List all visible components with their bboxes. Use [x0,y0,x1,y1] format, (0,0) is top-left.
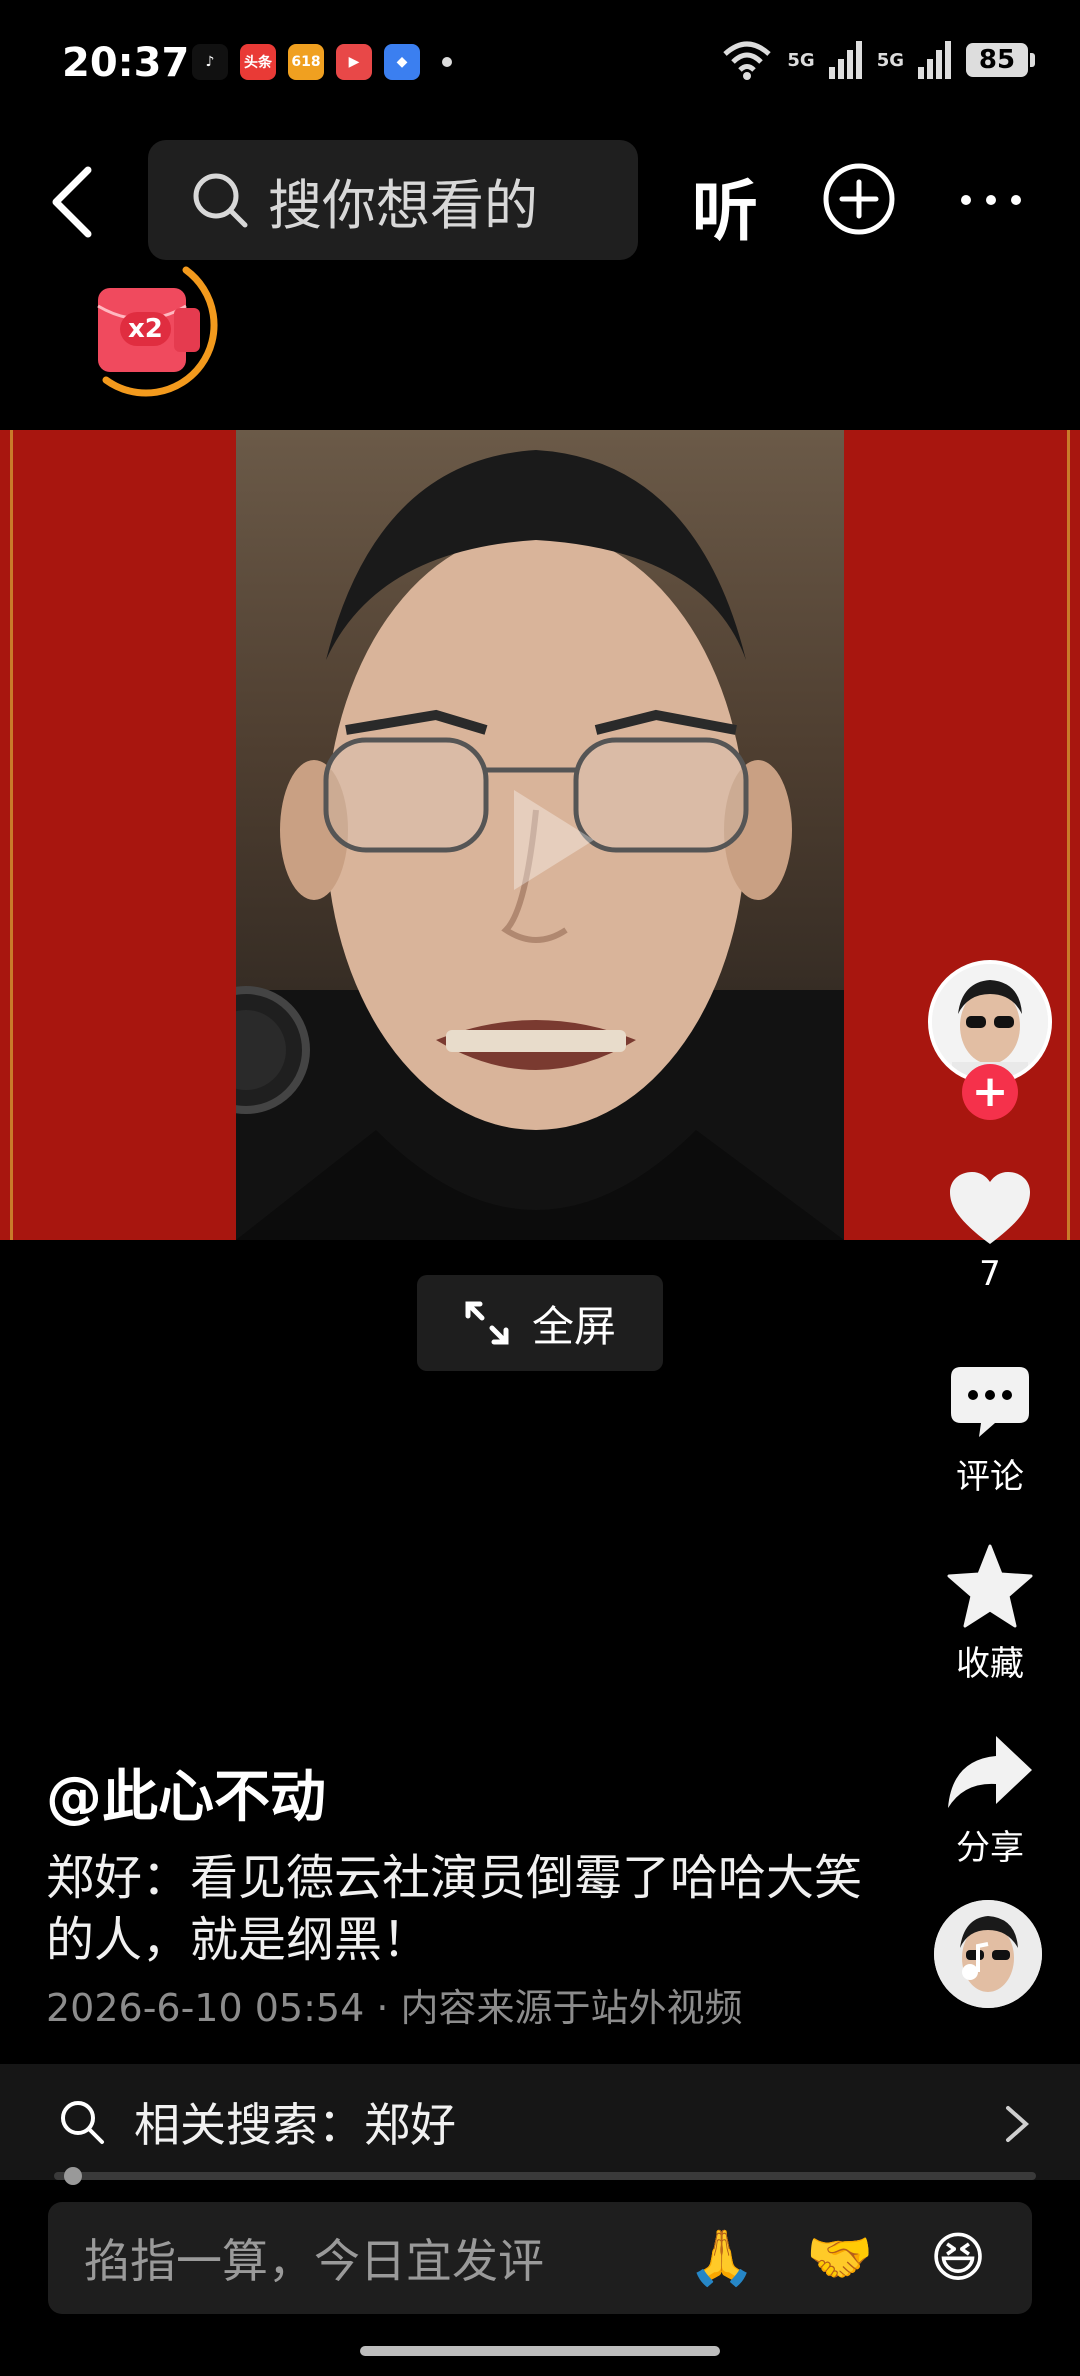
heart-icon [950,1172,1030,1244]
frame-border-left [10,430,13,1240]
search-icon [193,173,248,228]
post-meta: 2026-6-10 05:54 · 内容来源于站外视频 [46,1986,743,2030]
music-disc[interactable] [934,1900,1042,2008]
video-player[interactable] [0,430,1080,1240]
like-button[interactable]: 7 [920,1170,1060,1294]
video-app-icon: ▶ [336,44,372,80]
comment-placeholder: 掐指一算，今日宜发评 [84,2234,544,2288]
author-username[interactable]: @此心不动 [46,1752,886,1833]
emoji-handshake-button[interactable]: 🤝 [806,2224,874,2292]
signal-bars-icon [828,41,862,79]
progress-handle[interactable] [63,2167,82,2185]
search-placeholder: 搜你想看的 [268,173,538,237]
search-icon [61,2101,104,2144]
signal-1-label: 5G [787,49,815,71]
video-progress-bar[interactable] [54,2167,1036,2185]
wifi-icon [723,41,772,80]
toutiao-icon: 头条 [240,44,276,80]
emoji-pray-button[interactable]: 🙏 [688,2224,756,2292]
status-indicators: 5G 5G 85 [721,40,1035,80]
listen-button[interactable]: 听 [692,158,758,254]
comment-input[interactable]: 掐指一算，今日宜发评 🙏 🤝 😆 [48,2202,1032,2314]
music-disc-image [934,1900,1042,2008]
share-button[interactable]: 分享 [920,1732,1060,1869]
tiktok-icon: ♪ [192,44,228,80]
comment-button[interactable]: 评论 [920,1365,1060,1498]
frame-border-right [1067,430,1070,1240]
related-search-bar[interactable]: 相关搜索：郑好 [0,2064,1080,2180]
follow-button[interactable]: + [962,1064,1018,1120]
emoji-laugh-button[interactable]: 😆 [924,2224,992,2292]
multiplier-badge: x2 [120,312,171,346]
signal-bars-icon [918,41,951,79]
back-arrow-icon[interactable] [40,162,110,242]
add-icon[interactable] [822,162,896,236]
top-bar: 搜你想看的 听 [0,140,1080,260]
more-options-icon[interactable] [958,180,1024,220]
comment-icon [951,1367,1029,1437]
like-count: 7 [979,1254,1001,1294]
star-icon [947,1544,1033,1628]
expand-icon [465,1301,509,1345]
search-input[interactable]: 搜你想看的 [148,140,638,260]
post-description: 郑好：看见德云社演员倒霉了哈哈大笑的人，就是纲黑！ [46,1850,863,1968]
comment-label: 评论 [956,1457,1024,1497]
status-bar: 20:37 ♪ 头条 618 ▶ ◆ 5G 5G 85 [0,0,1080,130]
share-arrow-icon [948,1736,1032,1808]
post-caption: @此心不动 郑好：看见德云社演员倒霉了哈哈大笑的人，就是纲黑！ 2026-6-1… [46,1752,886,2032]
taobao-icon: 618 [288,44,324,80]
browser-app-icon: ◆ [384,44,420,80]
battery-indicator: 85 [966,43,1035,77]
red-packet-reward[interactable]: x2 [76,250,218,400]
favorite-label: 收藏 [956,1644,1024,1684]
play-icon [514,790,594,890]
related-search-label: 相关搜索：郑好 [134,2098,456,2152]
signal-2-label: 5G [876,49,904,71]
notification-icons: ♪ 头条 618 ▶ ◆ [192,44,452,80]
fullscreen-label: 全屏 [531,1301,616,1351]
avatar-image [932,964,1048,1080]
home-indicator[interactable] [360,2346,720,2356]
fullscreen-button[interactable]: 全屏 [417,1275,663,1371]
more-notifications-dot [442,57,452,67]
share-label: 分享 [956,1828,1024,1868]
favorite-button[interactable]: 收藏 [920,1544,1060,1685]
chevron-right-icon [1006,2106,1030,2142]
status-time: 20:37 [62,40,190,86]
